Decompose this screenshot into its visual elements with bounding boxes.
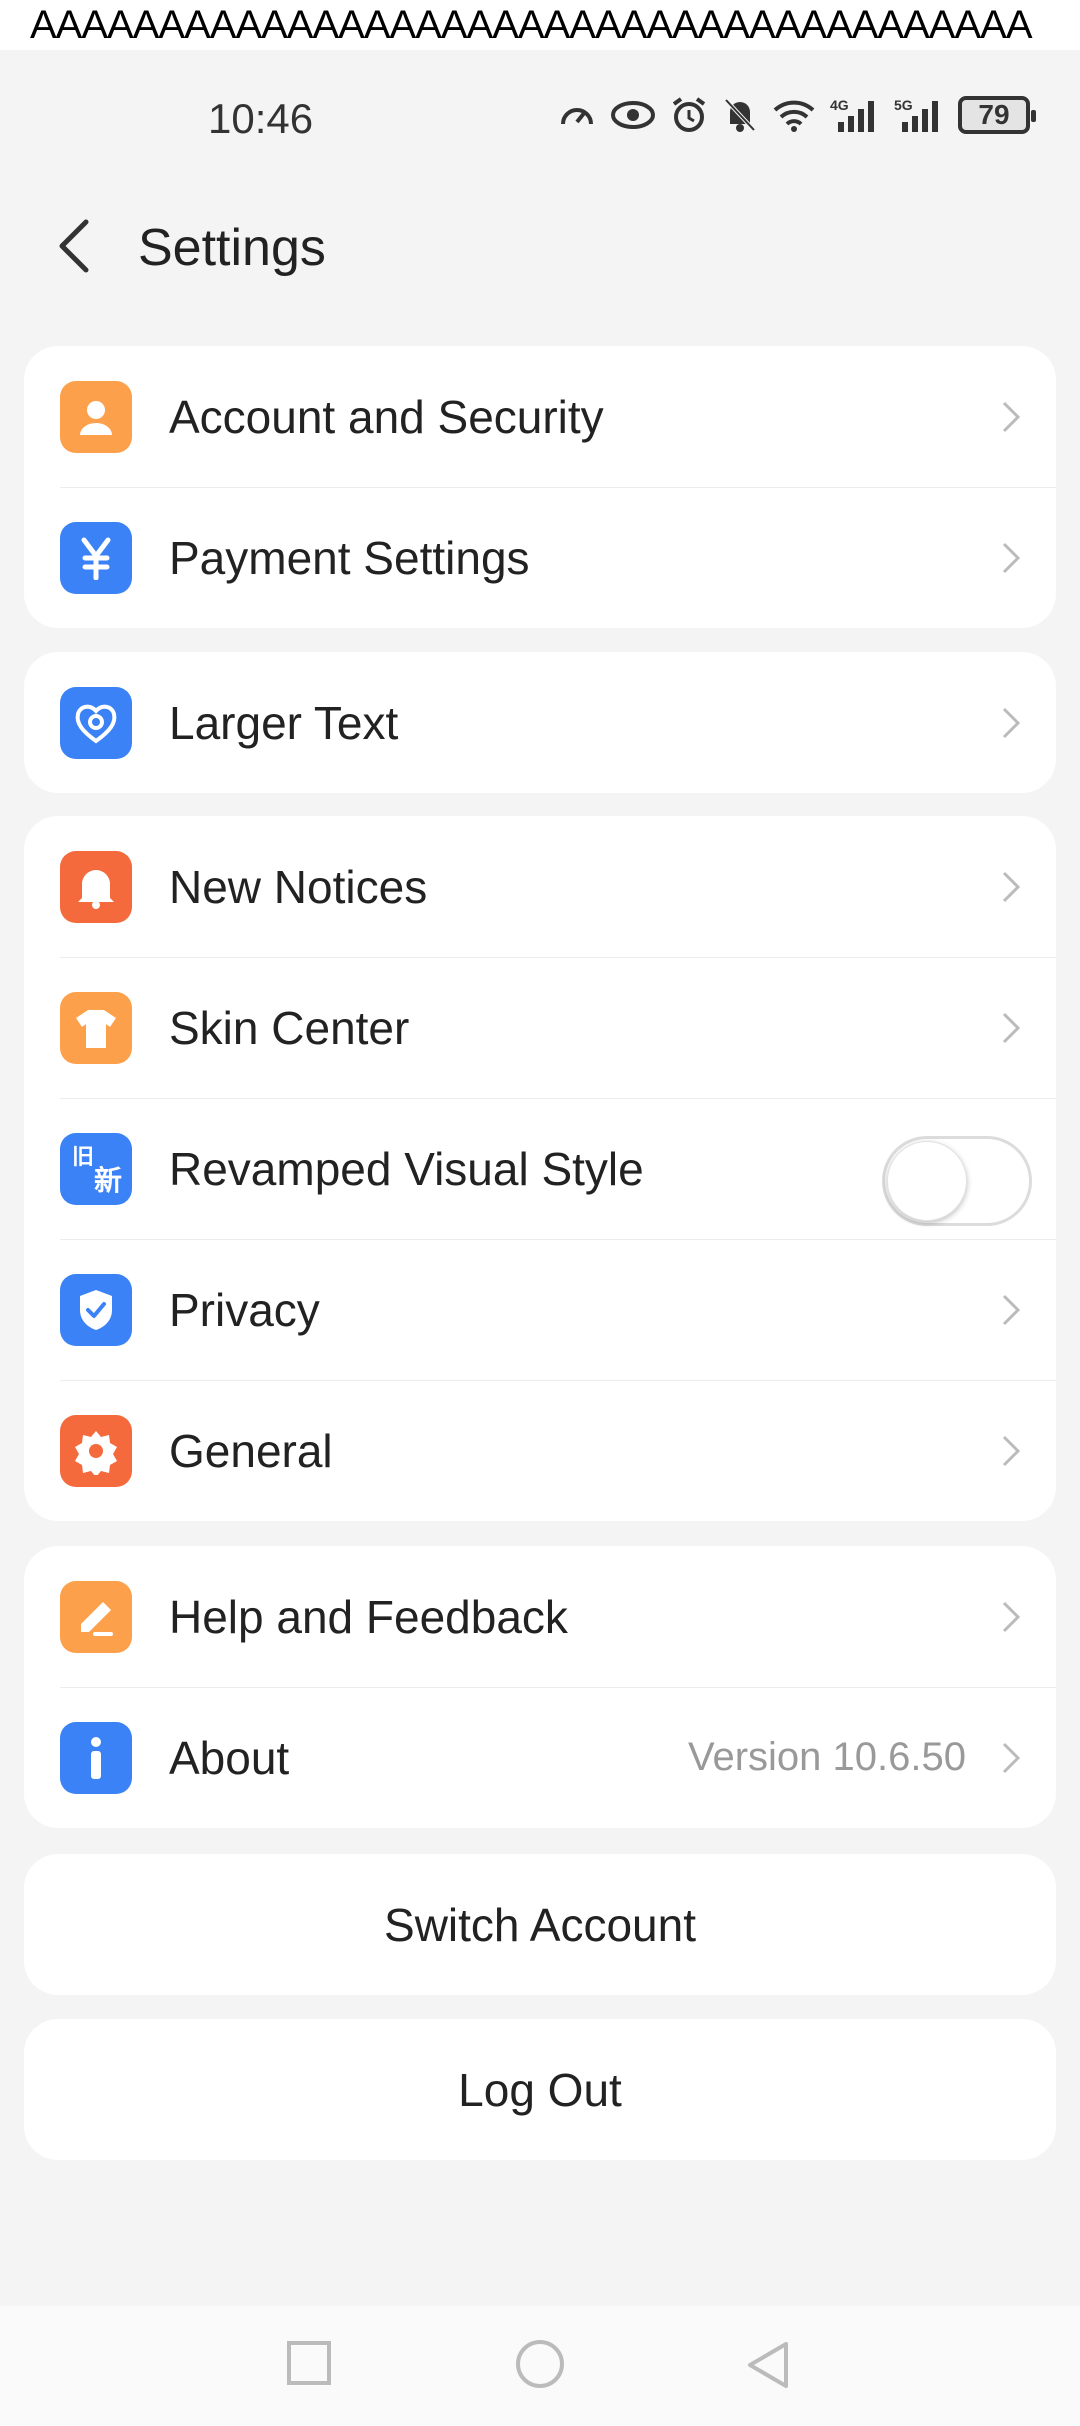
version-value: Version 10.6.50 [688,1735,966,1779]
back-nav-icon[interactable] [746,2340,792,2390]
svg-text:4G: 4G [830,97,849,113]
signal-5g-icon: 5G [894,97,938,132]
signal-4g-icon: 4G [830,97,874,132]
alarm-icon [672,97,706,132]
row-label: Skin Center [169,1001,410,1054]
switch-account-button[interactable]: Switch Account [24,1854,1056,1995]
row-label: General [169,1424,333,1477]
svg-text:5G: 5G [894,97,913,113]
toggle-knob [887,1141,967,1221]
system-navigation-bar [0,2306,1080,2426]
settings-group-preferences: New Notices Skin Center 旧 新 Revamped Vis… [24,816,1056,1521]
row-label: Account and Security [169,390,604,443]
recent-apps-icon[interactable] [286,2340,332,2386]
row-label: Privacy [169,1283,320,1336]
chevron-right-icon [1002,542,1021,574]
settings-group-support: Help and Feedback About Version 10.6.50 [24,1546,1056,1828]
switch-account-label: Switch Account [384,1898,696,1951]
chevron-right-icon [1002,1742,1021,1774]
eye-icon [611,101,655,129]
row-label: About [169,1731,290,1784]
row-label: Larger Text [169,696,399,749]
info-icon [60,1722,132,1794]
edit-icon [60,1581,132,1653]
wifi-icon [773,100,815,132]
chevron-right-icon [1002,401,1021,433]
status-time: 10:46 [208,95,314,142]
settings-group-display: Larger Text [24,652,1056,793]
log-out-button[interactable]: Log Out [24,2019,1056,2160]
status-bar: 10:46 4G 5G 79 [0,50,1080,190]
chevron-right-icon [1002,1601,1021,1633]
back-arrow-icon[interactable] [48,216,108,276]
row-new-notices[interactable]: New Notices [24,816,1056,957]
home-icon[interactable] [514,2340,566,2392]
yen-icon [60,522,132,594]
battery-indicator: 79 [958,96,1036,134]
status-icons: 4G 5G 79 [558,96,1036,134]
row-larger-text[interactable]: Larger Text [24,652,1056,793]
chevron-right-icon [1002,1435,1021,1467]
row-privacy[interactable]: Privacy [24,1239,1056,1380]
revamped-style-toggle[interactable] [882,1136,1032,1226]
row-account-security[interactable]: Account and Security [24,346,1056,487]
gear-icon [60,1415,132,1487]
row-payment-settings[interactable]: Payment Settings [24,487,1056,628]
log-out-label: Log Out [458,2063,622,2116]
header: Settings [0,190,1080,300]
row-label: Help and Feedback [169,1590,568,1643]
top-banner: AAAAAAAAAAAAAAAAAAAAAAAAAAAAAAAAAAAAAAA [0,0,1080,50]
shirt-icon [60,992,132,1064]
row-skin-center[interactable]: Skin Center [24,957,1056,1098]
row-label: New Notices [169,860,428,913]
chevron-right-icon [1002,1012,1021,1044]
speedometer-icon [561,108,593,125]
chevron-right-icon [1002,707,1021,739]
chevron-right-icon [1002,1294,1021,1326]
bell-muted-icon [724,98,756,132]
row-general[interactable]: General [24,1380,1056,1521]
row-about[interactable]: About Version 10.6.50 [24,1687,1056,1828]
person-icon [60,381,132,453]
row-label: Revamped Visual Style [169,1142,644,1195]
row-revamped-visual-style: 旧 新 Revamped Visual Style [24,1098,1056,1239]
chevron-right-icon [1002,871,1021,903]
page-title: Settings [138,219,326,277]
row-help-feedback[interactable]: Help and Feedback [24,1546,1056,1687]
settings-group-account: Account and Security Payment Settings [24,346,1056,628]
heart-shield-icon [60,687,132,759]
shield-check-icon [60,1274,132,1346]
bell-icon [60,851,132,923]
old-new-icon: 旧 新 [60,1133,132,1205]
row-label: Payment Settings [169,531,530,584]
